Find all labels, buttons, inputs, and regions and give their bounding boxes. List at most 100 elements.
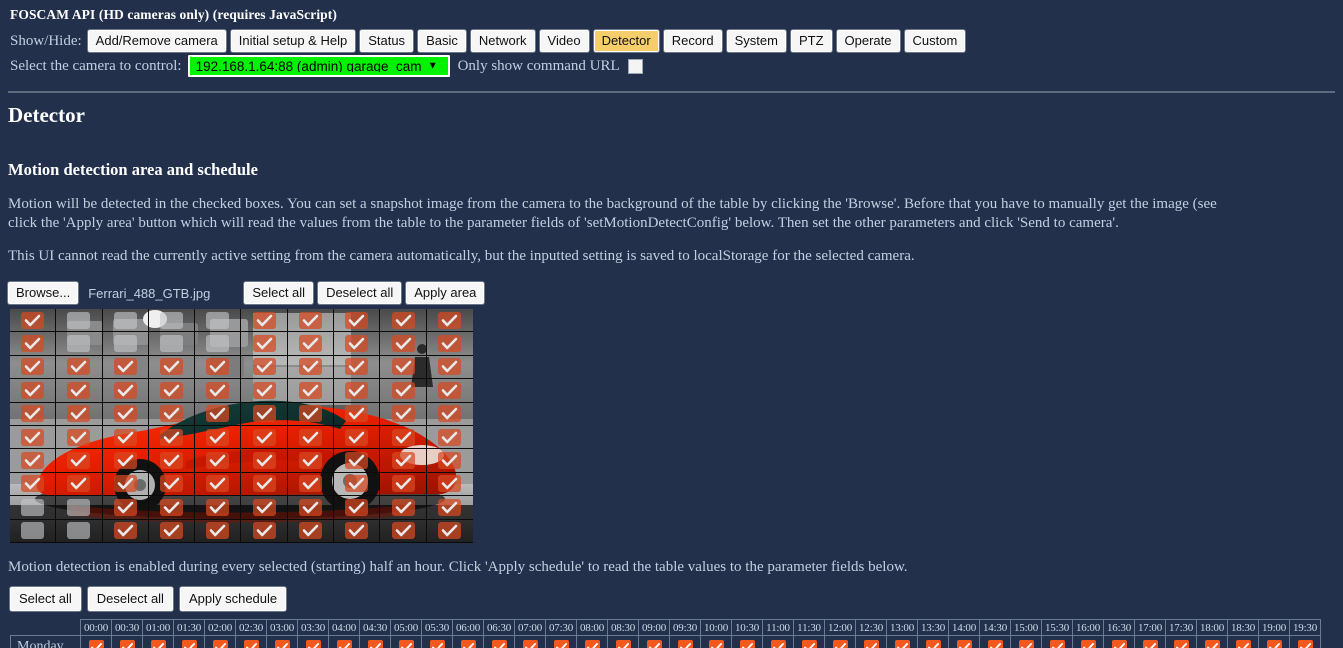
motion-cell-r8-c4[interactable] — [148, 472, 196, 497]
motion-cell-r4-c2[interactable] — [56, 379, 103, 403]
schedule-checkbox-checked[interactable] — [770, 639, 786, 648]
motion-cell-r1-c8[interactable] — [334, 309, 381, 333]
schedule-checkbox-checked[interactable] — [522, 639, 538, 648]
motion-cell-r1-c5[interactable] — [195, 309, 242, 333]
nav-button-custom[interactable]: Custom — [904, 30, 966, 52]
schedule-slot-monday-0630[interactable] — [483, 635, 515, 648]
schedule-slot-monday-1300[interactable] — [886, 635, 918, 648]
schedule-checkbox-checked[interactable] — [646, 639, 662, 648]
motion-cell-r5-c5[interactable] — [195, 402, 242, 426]
motion-cell-r4-c5[interactable] — [195, 379, 242, 403]
motion-cell-checked[interactable] — [160, 475, 184, 493]
motion-cell-checked[interactable] — [252, 381, 276, 399]
motion-cell-checked[interactable] — [206, 358, 230, 376]
motion-cell-r9-c7[interactable] — [287, 496, 335, 520]
motion-cell-r3-c6[interactable] — [241, 355, 288, 380]
motion-cell-checked[interactable] — [298, 452, 322, 470]
schedule-slot-monday-0830[interactable] — [607, 635, 639, 648]
motion-cell-unchecked[interactable] — [67, 335, 91, 353]
schedule-slot-monday-1600[interactable] — [1072, 635, 1104, 648]
motion-cell-r5-c4[interactable] — [148, 402, 196, 426]
motion-cell-r7-c3[interactable] — [102, 449, 149, 473]
motion-cell-r8-c6[interactable] — [241, 472, 288, 497]
motion-cell-checked[interactable] — [252, 335, 276, 353]
motion-cell-r3-c3[interactable] — [102, 355, 149, 380]
motion-cell-r6-c6[interactable] — [241, 425, 288, 450]
schedule-slot-monday-1330[interactable] — [917, 635, 949, 648]
motion-cell-checked[interactable] — [345, 452, 369, 470]
schedule-slot-monday-0100[interactable] — [142, 635, 174, 648]
motion-cell-r8-c8[interactable] — [334, 472, 381, 497]
motion-cell-r9-c8[interactable] — [334, 496, 381, 520]
area-deselect-all-button[interactable]: Deselect all — [318, 282, 402, 304]
motion-cell-unchecked[interactable] — [113, 335, 137, 353]
schedule-slot-monday-0200[interactable] — [204, 635, 236, 648]
motion-cell-checked[interactable] — [345, 311, 369, 329]
motion-cell-checked[interactable] — [345, 428, 369, 446]
motion-cell-r7-c2[interactable] — [56, 449, 103, 473]
motion-cell-checked[interactable] — [391, 335, 415, 353]
schedule-checkbox-checked[interactable] — [553, 639, 569, 648]
schedule-slot-monday-1700[interactable] — [1134, 635, 1166, 648]
motion-cell-r8-c5[interactable] — [195, 472, 242, 497]
nav-button-operate[interactable]: Operate — [836, 30, 900, 52]
motion-cell-r10-c7[interactable] — [287, 519, 335, 543]
motion-cell-r3-c5[interactable] — [195, 355, 242, 380]
motion-cell-r4-c3[interactable] — [102, 379, 149, 403]
motion-cell-r5-c10[interactable] — [426, 403, 473, 426]
motion-cell-r3-c9[interactable] — [380, 355, 427, 380]
motion-cell-r7-c6[interactable] — [241, 449, 288, 473]
motion-cell-r9-c10[interactable] — [426, 496, 473, 520]
motion-cell-unchecked[interactable] — [67, 311, 91, 329]
schedule-slot-monday-1200[interactable] — [824, 635, 856, 648]
apply-area-button[interactable]: Apply area — [406, 282, 485, 304]
motion-cell-r10-c1[interactable] — [10, 519, 57, 543]
motion-cell-r2-c5[interactable] — [195, 332, 242, 356]
schedule-slot-monday-1130[interactable] — [793, 635, 825, 648]
motion-cell-checked[interactable] — [67, 452, 91, 470]
motion-cell-checked[interactable] — [21, 428, 45, 446]
motion-cell-r10-c3[interactable] — [102, 519, 149, 543]
motion-cell-checked[interactable] — [113, 381, 137, 399]
motion-cell-r10-c4[interactable] — [148, 519, 196, 543]
motion-cell-checked[interactable] — [391, 498, 415, 516]
motion-cell-checked[interactable] — [391, 452, 415, 470]
motion-cell-r7-c10[interactable] — [426, 449, 473, 473]
motion-cell-checked[interactable] — [113, 428, 137, 446]
motion-cell-r2-c3[interactable] — [102, 332, 149, 356]
motion-cell-r9-c4[interactable] — [148, 496, 196, 520]
motion-cell-r4-c8[interactable] — [334, 379, 381, 403]
motion-cell-checked[interactable] — [345, 522, 369, 540]
motion-cell-checked[interactable] — [391, 381, 415, 399]
motion-cell-checked[interactable] — [298, 428, 322, 446]
motion-cell-unchecked[interactable] — [206, 335, 230, 353]
nav-button-network[interactable]: Network — [470, 30, 535, 52]
schedule-select-all-button[interactable]: Select all — [10, 587, 81, 611]
motion-cell-r1-c4[interactable] — [148, 309, 196, 333]
only-show-url-checkbox[interactable] — [627, 58, 643, 74]
schedule-checkbox-checked[interactable] — [305, 639, 321, 648]
motion-cell-r9-c5[interactable] — [195, 496, 242, 520]
motion-cell-r6-c7[interactable] — [287, 425, 335, 450]
motion-cell-r2-c4[interactable] — [148, 332, 196, 356]
motion-detection-grid[interactable] — [10, 309, 473, 543]
motion-cell-checked[interactable] — [345, 405, 369, 423]
nav-button-add-remove-camera[interactable]: Add/Remove camera — [87, 30, 226, 52]
schedule-slot-monday-0330[interactable] — [297, 635, 329, 648]
motion-cell-checked[interactable] — [345, 358, 369, 376]
motion-cell-checked[interactable] — [206, 498, 230, 516]
motion-cell-checked[interactable] — [21, 405, 45, 423]
motion-cell-checked[interactable] — [298, 335, 322, 353]
motion-cell-checked[interactable] — [345, 498, 369, 516]
motion-cell-r10-c8[interactable] — [334, 519, 381, 543]
motion-cell-r5-c9[interactable] — [380, 402, 427, 426]
motion-cell-r4-c4[interactable] — [148, 379, 196, 403]
motion-cell-checked[interactable] — [298, 311, 322, 329]
motion-cell-unchecked[interactable] — [113, 311, 137, 329]
motion-cell-r2-c7[interactable] — [287, 332, 335, 356]
motion-cell-r4-c9[interactable] — [380, 379, 427, 403]
motion-cell-checked[interactable] — [160, 405, 184, 423]
schedule-checkbox-checked[interactable] — [1235, 639, 1251, 648]
schedule-slot-monday-1830[interactable] — [1227, 635, 1259, 648]
motion-cell-checked[interactable] — [206, 381, 230, 399]
